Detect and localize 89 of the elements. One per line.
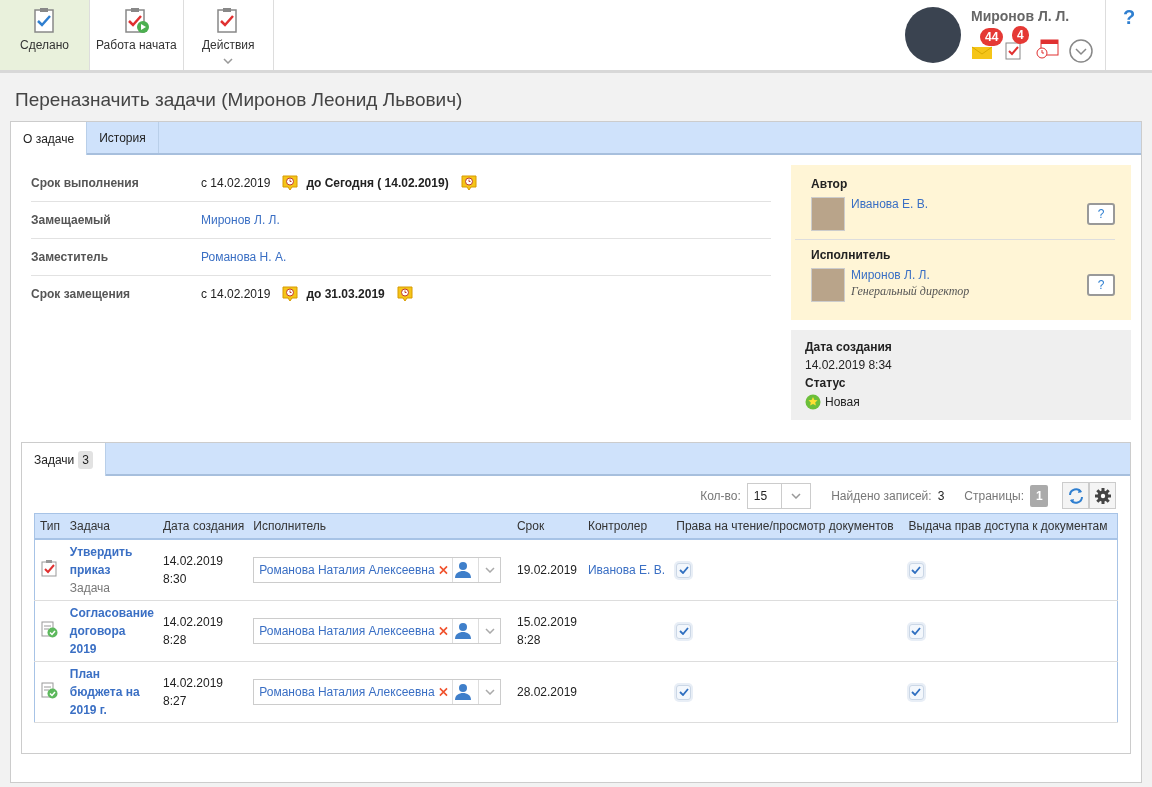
clipboard-check-icon bbox=[40, 558, 58, 577]
column-header: Исполнитель bbox=[253, 519, 327, 533]
section-heading: Исполнитель bbox=[811, 248, 892, 262]
person-icon[interactable] bbox=[454, 683, 473, 701]
column-header: Права на чтение/просмотр документов bbox=[676, 519, 894, 533]
pager-label: Страницы: bbox=[964, 488, 1024, 503]
user-name: Миронов Л. Л. bbox=[971, 7, 1071, 24]
count-badge: 44 bbox=[980, 27, 1004, 46]
field-value: до Сегодня ( 14.02.2019) bbox=[306, 176, 449, 190]
executor-field[interactable]: Романова Наталия Алексеевна bbox=[253, 679, 502, 705]
field-label: Срок замещения bbox=[31, 287, 132, 301]
table-cell: 14.02.2019 8:27 bbox=[162, 676, 224, 708]
question-button[interactable]: ? bbox=[1087, 203, 1115, 225]
tab[interactable]: Задачи 3 bbox=[22, 443, 106, 476]
photo-placeholder bbox=[811, 268, 845, 302]
caret-icon[interactable] bbox=[484, 689, 495, 695]
caret-icon[interactable] bbox=[484, 567, 495, 573]
clock-icon[interactable] bbox=[282, 175, 299, 191]
person-link[interactable]: Миронов Л. Л. bbox=[201, 213, 280, 227]
executor-field[interactable]: Романова Наталия Алексеевна bbox=[253, 557, 502, 583]
table-cell: 19.02.2019 bbox=[516, 563, 577, 577]
clock-icon[interactable] bbox=[460, 175, 477, 191]
page-size-select[interactable]: 15 bbox=[746, 482, 812, 509]
info-label: Статус bbox=[805, 376, 847, 390]
settings-button[interactable] bbox=[1089, 482, 1116, 509]
chevron-down-icon[interactable] bbox=[1069, 38, 1093, 63]
column-header: Контролер bbox=[587, 519, 648, 533]
section-heading: Автор bbox=[811, 177, 849, 191]
column-header: Срок bbox=[516, 519, 545, 533]
caret-icon[interactable] bbox=[791, 492, 802, 499]
clock-icon[interactable] bbox=[282, 286, 299, 302]
info-label: Дата создания bbox=[805, 340, 893, 354]
person-icon[interactable] bbox=[454, 561, 473, 579]
person-role: Генеральный директор bbox=[851, 284, 971, 299]
info-value: 14.02.2019 8:34 bbox=[805, 358, 893, 372]
found-count: 3 bbox=[937, 488, 945, 503]
task-link[interactable]: Утвердить приказ bbox=[69, 543, 154, 579]
person-link[interactable]: Иванова Е. В. bbox=[587, 563, 666, 577]
caret-icon[interactable] bbox=[484, 628, 495, 634]
refresh-icon bbox=[1066, 486, 1085, 505]
column-header: Дата создания bbox=[162, 519, 245, 533]
avatar-placeholder bbox=[905, 7, 961, 63]
checkbox[interactable] bbox=[908, 623, 924, 639]
clear-icon[interactable] bbox=[438, 626, 448, 636]
table-cell: 28.02.2019 bbox=[516, 685, 577, 699]
task-link[interactable]: Согласование договора 2019 bbox=[69, 604, 154, 658]
column-header: Задача bbox=[69, 519, 111, 533]
checkbox[interactable] bbox=[676, 562, 692, 578]
field-value: до 31.03.2019 bbox=[306, 287, 385, 301]
document-check-icon bbox=[40, 619, 58, 638]
page-title: Переназначить задачи (Миронов Леонид Львович) bbox=[14, 88, 464, 112]
tab[interactable]: История bbox=[87, 122, 159, 153]
checkbox[interactable] bbox=[908, 562, 924, 578]
person-link[interactable]: Миронов Л. Л. bbox=[851, 268, 1081, 282]
clear-icon[interactable] bbox=[438, 565, 448, 575]
toolbar-button[interactable]: Сделано bbox=[0, 0, 90, 70]
question-button[interactable]: ? bbox=[1087, 274, 1115, 296]
field-label: Замещаемый bbox=[31, 213, 112, 227]
checkbox[interactable] bbox=[908, 684, 924, 700]
refresh-button[interactable] bbox=[1062, 482, 1089, 509]
clear-icon[interactable] bbox=[438, 687, 448, 697]
clock-icon[interactable] bbox=[396, 286, 413, 302]
checkbox[interactable] bbox=[676, 623, 692, 639]
column-header: Тип bbox=[40, 519, 60, 533]
person-link[interactable]: Иванова Е. В. bbox=[851, 197, 1081, 211]
field-label: Срок выполнения bbox=[31, 176, 140, 190]
table-cell: 15.02.2019 8:28 bbox=[516, 615, 577, 647]
status-text: Новая bbox=[825, 395, 860, 409]
photo-placeholder bbox=[811, 197, 845, 231]
field-value: с 14.02.2019 bbox=[201, 287, 271, 301]
count-badge: 4 bbox=[1012, 25, 1029, 44]
field-label: Заместитель bbox=[31, 250, 110, 264]
settings-icon bbox=[1093, 486, 1112, 505]
checkbox[interactable] bbox=[676, 684, 692, 700]
clipboard-play-icon bbox=[122, 6, 151, 34]
person-icon[interactable] bbox=[454, 622, 473, 640]
calendar-clock-icon[interactable] bbox=[1035, 37, 1059, 60]
task-type: Задача bbox=[69, 580, 112, 597]
pager-label: Найдено записей: bbox=[831, 488, 932, 503]
table-cell: 14.02.2019 8:28 bbox=[162, 615, 224, 647]
field-value: с 14.02.2019 bbox=[201, 176, 271, 190]
pager-label: Кол-во: bbox=[700, 488, 741, 503]
document-check-icon bbox=[40, 680, 58, 699]
executor-field[interactable]: Романова Наталия Алексеевна bbox=[253, 618, 502, 644]
tab[interactable]: О задаче bbox=[11, 122, 88, 155]
task-link[interactable]: План бюджета на 2019 г. bbox=[69, 665, 154, 719]
person-link[interactable]: Романова Н. А. bbox=[201, 250, 287, 264]
column-header: Выдача прав доступа к документам bbox=[908, 519, 1108, 533]
table-cell: 14.02.2019 8:30 bbox=[162, 554, 224, 586]
